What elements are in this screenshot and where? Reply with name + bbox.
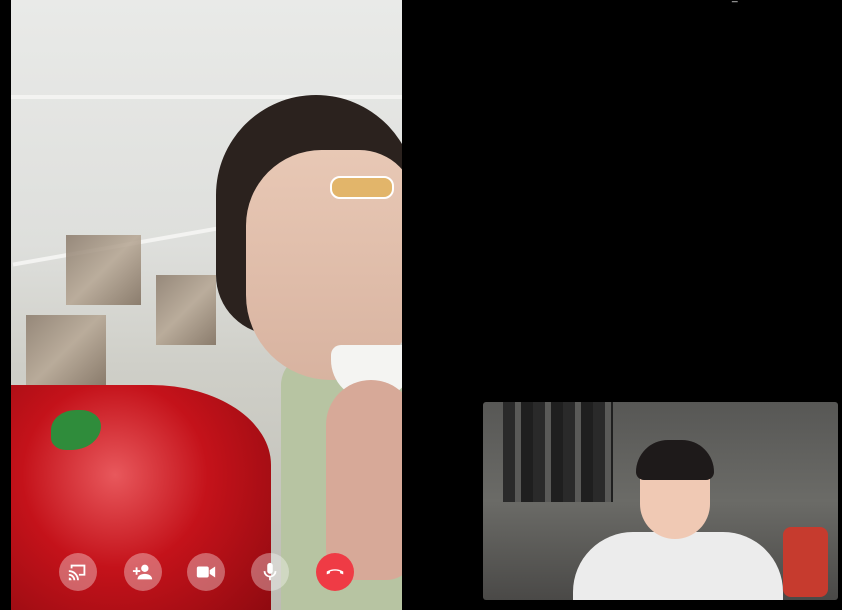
hanging-clothes	[503, 402, 613, 502]
microphone-button[interactable]	[251, 553, 289, 591]
wall-tile	[156, 275, 216, 345]
screen-share-button[interactable]	[59, 553, 97, 591]
top-toolbar: _ • ›	[732, 0, 822, 3]
call-controls	[11, 548, 402, 596]
self-hair	[636, 440, 714, 480]
video-camera-icon	[196, 566, 216, 578]
bandage-sticker	[330, 176, 394, 199]
camera-button[interactable]	[187, 553, 225, 591]
wall-tile	[66, 235, 141, 305]
phone-hangup-icon	[326, 569, 344, 575]
red-chair	[783, 527, 828, 597]
pin-icon[interactable]: •	[772, 0, 782, 3]
self-shirt	[573, 532, 783, 600]
minimize-icon[interactable]: _	[732, 0, 742, 3]
self-video-preview[interactable]	[483, 402, 838, 600]
wall-tile	[26, 315, 106, 385]
cast-icon	[68, 564, 86, 581]
close-icon[interactable]: ›	[812, 0, 822, 3]
add-person-icon	[132, 564, 153, 580]
add-person-button[interactable]	[124, 553, 162, 591]
end-call-button[interactable]	[316, 553, 354, 591]
microphone-icon	[263, 562, 277, 581]
remote-video-feed	[11, 0, 402, 610]
